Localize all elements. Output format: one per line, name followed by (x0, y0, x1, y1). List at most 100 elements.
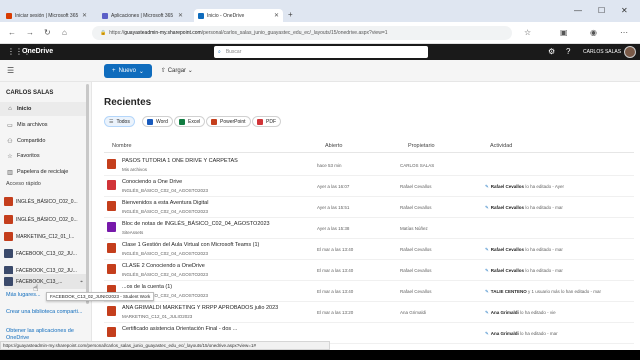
file-location[interactable]: Mis archivos (122, 167, 147, 172)
nav-item-compartido[interactable]: ⚇ Compartido (0, 134, 86, 148)
edit-pencil-icon: ✎ (485, 247, 489, 252)
nav-item-label: Papelera de reciclaje (17, 169, 69, 175)
table-row[interactable]: CLASE 2 Conociendo a OneDrive INGLÉS_BÁSI… (104, 259, 634, 281)
profile-icon[interactable]: ◉ (590, 28, 597, 37)
file-location[interactable]: INGLÉS_BÁSICO_C02_04_AGOSTO2023 (122, 272, 208, 277)
table-row[interactable]: Bienvenidos a esta Aventura Digital INGLÉ… (104, 196, 634, 218)
nav-scrollbar[interactable] (86, 84, 89, 304)
file-location[interactable]: MARKETING_C12_01_JULIO2023 (122, 314, 192, 319)
nav-item-papelera[interactable]: ▥ Papelera de reciclaje (0, 165, 86, 179)
app-title[interactable]: OneDrive (22, 48, 53, 55)
new-tab-button[interactable]: + (288, 10, 293, 19)
table-row[interactable]: Conociendo a One Drive INGLÉS_BÁSICO_C02_… (104, 175, 634, 197)
nav-item-mis-archivos[interactable]: ▭ Mis archivos (0, 118, 86, 132)
close-icon[interactable]: ✕ (82, 12, 87, 19)
quick-access-item[interactable]: INGLÉS_BÁSICO_C02_0... (4, 194, 86, 209)
nav-item-favoritos[interactable]: ☆ Favoritos (0, 149, 86, 163)
search-input[interactable]: ⌕ Buscar (214, 46, 428, 58)
activity-user: Rafael Cevallos (490, 268, 525, 273)
table-row[interactable]: ...os de la cuenta (1) INGLÉS_BÁSICO_C02_… (104, 280, 634, 302)
new-button[interactable]: + Nuevo ⌄ (104, 64, 152, 78)
collections-icon[interactable]: ▣ (560, 28, 568, 37)
onedrive-header: ⋮⋮⋮ OneDrive ⌕ Buscar ⚙ ? CARLOS SALAS (0, 44, 640, 60)
file-name[interactable]: ANA GRIMALDI MARKETING Y RRPP APROBADOS … (122, 305, 278, 311)
column-header-owner[interactable]: Propietario (408, 143, 435, 149)
file-icon (107, 180, 116, 190)
list-icon: ☰ (109, 118, 114, 125)
file-icon (107, 327, 116, 337)
file-location[interactable]: SiteAssets (122, 230, 143, 235)
avatar[interactable] (624, 46, 636, 58)
excel-icon (179, 118, 185, 125)
library-icon (4, 232, 13, 241)
file-name[interactable]: Certificado asistencia Orientación Final… (122, 326, 237, 332)
file-location[interactable]: INGLÉS_BÁSICO_C02_04_AGOSTO2023 (122, 251, 208, 256)
forward-icon[interactable]: → (26, 28, 34, 37)
onedrive-icon (198, 12, 204, 19)
more-icon[interactable]: ⋯ (620, 28, 628, 37)
file-name[interactable]: Bienvenidos a esta Aventura Digital (122, 200, 208, 206)
file-name[interactable]: CLASE 2 Conociendo a OneDrive (122, 263, 205, 269)
filter-pdf[interactable]: PDF (252, 116, 281, 127)
file-icon (107, 201, 116, 211)
quick-access-item[interactable]: MARKETING_C12_01_I... (4, 229, 86, 244)
pdf-icon (257, 118, 263, 125)
reload-icon[interactable]: ↻ (44, 28, 51, 37)
window-close-icon[interactable]: ✕ (621, 6, 628, 15)
back-icon[interactable]: ← (8, 28, 16, 37)
file-name[interactable]: ...os de la cuenta (1) (122, 284, 172, 290)
get-apps-link[interactable]: Obtener las aplicaciones de OneDrive (6, 328, 90, 342)
browser-tab-1[interactable]: Iniciar sesión | Microsoft 365 ✕ (2, 9, 91, 22)
maximize-icon[interactable]: ☐ (598, 6, 605, 15)
file-location[interactable]: INGLÉS_BÁSICO_C02_04_AGOSTO2023 (122, 188, 208, 193)
filter-powerpoint[interactable]: PowerPoint (206, 116, 251, 127)
activity-user: Rafael Cevallos (490, 247, 525, 252)
upload-button[interactable]: ⇧ Cargar ⌄ (161, 67, 193, 74)
create-library-link[interactable]: Crear una biblioteca comparti... (6, 309, 82, 315)
nav-item-inicio[interactable]: ⌂ Inicio (0, 102, 86, 116)
file-icon (107, 159, 116, 169)
file-location[interactable]: INGLÉS_BÁSICO_C02_04_AGOSTO2023 (122, 209, 208, 214)
file-owner: Matías Núñez (400, 226, 428, 231)
quick-access-item[interactable]: FACEBOOK_C13_02_JU... (4, 246, 86, 261)
filter-word[interactable]: Word (142, 116, 173, 127)
file-name[interactable]: PASOS TUTORIA 1 ONE DRIVE Y CARPETAS (122, 158, 238, 164)
quick-access-item[interactable]: FACEBOOK_C13_... ⌖ (4, 274, 86, 289)
activity-user: Ana Grimaldi (490, 331, 519, 336)
table-row[interactable]: Bloc de notas de INGLÉS_BÁSICO_C02_04_AG… (104, 217, 634, 239)
browser-tab-strip: Iniciar sesión | Microsoft 365 ✕ Aplicac… (0, 0, 640, 22)
table-row[interactable]: ANA GRIMALDI MARKETING Y RRPP APROBADOS … (104, 301, 634, 323)
file-name[interactable]: Bloc de notas de INGLÉS_BÁSICO_C02_04_AG… (122, 221, 270, 227)
settings-gear-icon[interactable]: ⚙ (548, 47, 555, 56)
menu-icon[interactable]: ☰ (7, 66, 14, 75)
nav-user-name: CARLOS SALAS (6, 90, 54, 96)
column-header-opened[interactable]: Abierto (325, 143, 342, 149)
filter-excel[interactable]: Excel (174, 116, 206, 127)
address-bar[interactable]: 🔒 https://guayasteadmin-my.sharepoint.co… (92, 26, 512, 40)
edit-pencil-icon: ✎ (485, 331, 489, 336)
pin-icon[interactable]: ⌖ (80, 279, 83, 285)
file-name[interactable]: Conociendo a One Drive (122, 179, 182, 185)
table-row[interactable]: PASOS TUTORIA 1 ONE DRIVE Y CARPETAS Mis … (104, 154, 634, 176)
file-name[interactable]: Clase 1 Gestión del Aula Virtual con Mic… (122, 242, 259, 248)
filter-todos[interactable]: ☰ Todos (104, 116, 135, 127)
activity-text: lo ha editado - mar (525, 268, 563, 273)
help-icon[interactable]: ? (566, 47, 570, 56)
file-opened: Ayer a las 15:51 (317, 205, 350, 210)
home-page-icon[interactable]: ⌂ (62, 28, 67, 37)
powerpoint-icon (211, 118, 217, 125)
minimize-icon[interactable]: — (574, 6, 582, 15)
quick-access-item[interactable]: INGLÉS_BÁSICO_C02_0... (4, 212, 86, 227)
close-icon[interactable]: ✕ (274, 12, 279, 19)
main-content: Recientes ☰ Todos Word Excel PowerPoint … (92, 82, 640, 350)
column-header-name[interactable]: Nombre (112, 143, 132, 149)
close-icon[interactable]: ✕ (178, 12, 183, 19)
column-header-activity[interactable]: Actividad (490, 143, 512, 149)
browser-tab-3[interactable]: Inicio - OneDrive ✕ (194, 9, 283, 22)
user-name[interactable]: CARLOS SALAS (583, 49, 621, 55)
browser-tab-2[interactable]: Aplicaciones | Microsoft 365 ✕ (98, 9, 187, 22)
left-nav: CARLOS SALAS ⌂ Inicio ▭ Mis archivos ⚇ C… (0, 82, 92, 350)
file-owner: Rafael Cevallos (400, 205, 432, 210)
favorite-star-icon[interactable]: ☆ (524, 28, 531, 37)
table-row[interactable]: Clase 1 Gestión del Aula Virtual con Mic… (104, 238, 634, 260)
